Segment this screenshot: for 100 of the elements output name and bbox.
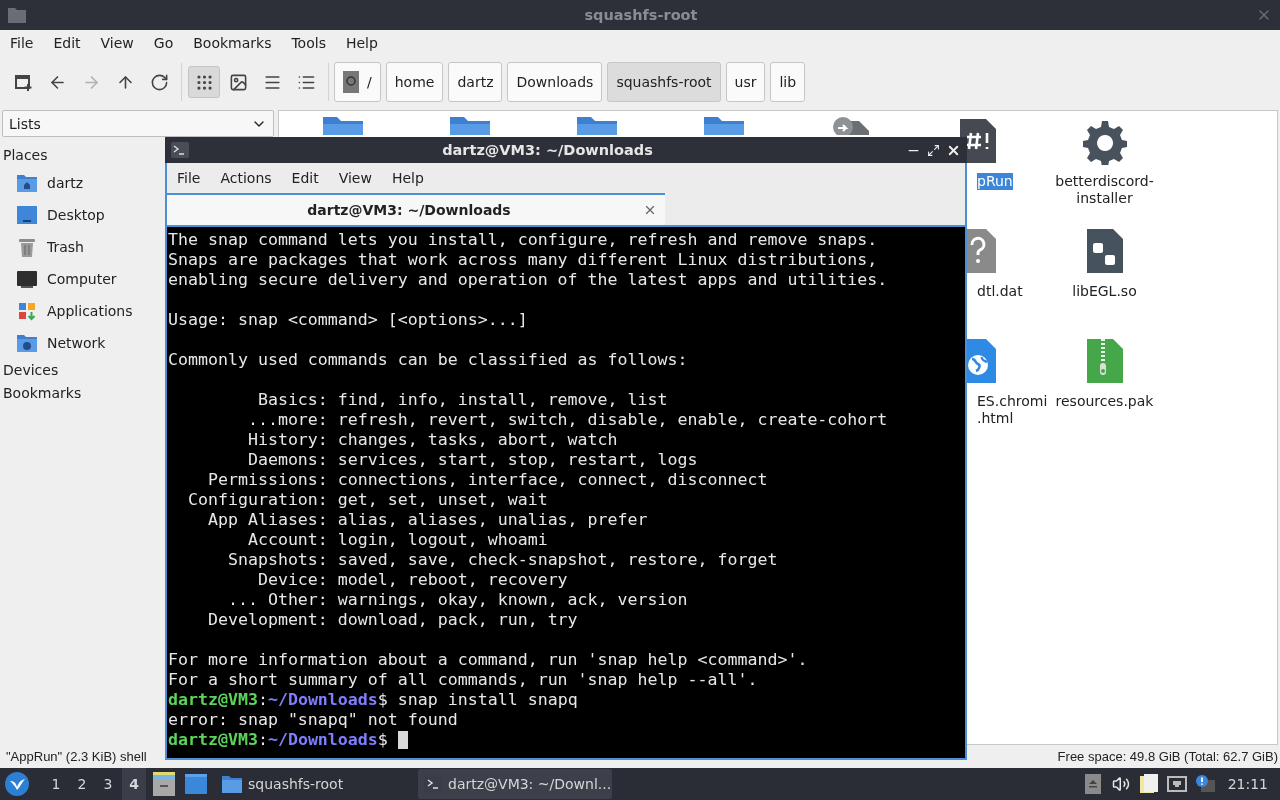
maximize-icon[interactable]	[927, 143, 940, 157]
path-button[interactable]: /	[334, 62, 381, 102]
terminal-line: Configuration: get, set, unset, wait	[186, 490, 548, 510]
file-cabinet-icon[interactable]	[152, 771, 176, 797]
folder-icon	[8, 7, 26, 23]
window-title: squashfs-root	[583, 7, 699, 23]
terminal-line: Device: model, reboot, recovery	[256, 570, 568, 590]
place-item[interactable]: Network	[47, 335, 106, 351]
volume-icon[interactable]	[1111, 775, 1130, 793]
applications-icon	[16, 300, 38, 322]
menu-item[interactable]: View	[328, 170, 382, 186]
folder-icon	[701, 117, 746, 135]
place-item[interactable]: Computer	[47, 271, 117, 287]
file-name[interactable]: ES.chromi .html	[977, 393, 1048, 427]
menu-item[interactable]: File	[0, 35, 44, 51]
task-button[interactable]: dartz@VM3: ~/Downl...	[418, 769, 612, 799]
clock: 21:11	[1227, 776, 1268, 792]
workspace-button[interactable]: 4	[122, 768, 146, 800]
image-view-icon	[228, 72, 248, 92]
place-item[interactable]: dartz	[47, 175, 84, 191]
menu-item[interactable]: View	[90, 35, 144, 51]
terminal-line: Snaps are packages that work across many different Linux distributions,	[168, 250, 878, 270]
terminal-tab[interactable]: dartz@VM3: ~/Downloads	[167, 193, 665, 225]
network-folder-icon	[16, 332, 38, 354]
path-button[interactable]: usr	[725, 62, 766, 102]
file-name[interactable]: resources.pak	[1055, 393, 1154, 410]
terminal-line: Basics: find, info, install, remove, list	[256, 390, 668, 410]
terminal-line: For more information about a command, run 'snap help <command>'.	[168, 650, 808, 670]
path-button[interactable]: lib	[770, 62, 806, 102]
terminal-title: dartz@VM3: ~/Downloads	[441, 142, 654, 158]
terminal-line: The snap command lets you install, configure, refresh and remove snaps.	[168, 230, 878, 250]
grid-view-icon	[194, 72, 214, 92]
terminal-line: ...more: refresh, revert, switch, disable, enable, create-cohort	[246, 410, 888, 430]
terminal-line: For a short summary of all commands, run 'snap help --all'.	[168, 670, 758, 690]
home-folder-icon	[16, 172, 38, 194]
terminal-line: App Aliases: alias, aliases, unalias, prefer	[206, 510, 648, 530]
file-name[interactable]: betterdiscord-installer	[1042, 173, 1167, 207]
path-button[interactable]: Downloads	[507, 62, 603, 102]
terminal-screen[interactable]	[167, 227, 965, 758]
menu-item[interactable]: Bookmarks	[183, 35, 282, 51]
close-tab-icon[interactable]	[643, 203, 657, 217]
prompt-user: dartz@VM3	[168, 730, 258, 750]
side-pane-dropdown[interactable]: Lists	[2, 110, 274, 137]
new-window-icon	[13, 72, 33, 92]
monitor-icon	[16, 268, 38, 290]
menu-item[interactable]: Go	[143, 35, 184, 51]
place-item[interactable]: Desktop	[47, 207, 105, 223]
terminal-line: Daemons: services, start, stop, restart, logs	[246, 450, 698, 470]
drive-icon	[343, 71, 359, 93]
terminal-line: error: snap "snapq" not found	[168, 710, 458, 730]
place-item[interactable]: Trash	[47, 239, 84, 255]
trash-icon	[16, 236, 38, 258]
eject-icon[interactable]	[1084, 774, 1101, 794]
status-text: "AppRun" (2.3 KiB) shell	[6, 749, 147, 764]
terminal-icon	[171, 142, 189, 158]
menu-item[interactable]: File	[167, 170, 211, 186]
place-item[interactable]: Applications	[47, 303, 133, 319]
workspace-button[interactable]: 3	[96, 768, 120, 800]
folder-icon	[574, 117, 619, 135]
terminal-line: Snapshots: saved, save, check-snapshot, restore, forget	[226, 550, 778, 570]
file-name[interactable]: libEGL.so	[1072, 283, 1137, 300]
terminal-line: Permissions: connections, interface, connect, disconnect	[206, 470, 768, 490]
file-name[interactable]: pRun	[977, 173, 1013, 190]
desktop-icon	[16, 204, 38, 226]
workspace-button[interactable]: 2	[70, 768, 94, 800]
prompt-separator: :	[257, 690, 268, 710]
folder-icon	[320, 117, 365, 135]
path-button[interactable]: squashfs-root	[607, 62, 721, 102]
prompt-path: ~/Downloads	[267, 690, 378, 710]
terminal-line: Development: download, pack, run, try	[206, 610, 578, 630]
path-button[interactable]: dartz	[448, 62, 503, 102]
menu-item[interactable]: Tools	[281, 35, 336, 51]
start-menu-icon[interactable]	[4, 771, 30, 797]
path-button[interactable]: home	[385, 62, 444, 102]
terminal-line: Commonly used commands can be classified as follows:	[168, 350, 688, 370]
menu-item[interactable]: Help	[381, 170, 434, 186]
clipboard-icon[interactable]	[1138, 773, 1159, 795]
notification-icon[interactable]	[1194, 775, 1215, 793]
network-icon[interactable]	[1166, 776, 1187, 792]
folder-icon	[222, 775, 242, 793]
menu-item[interactable]: Actions	[210, 170, 282, 186]
workspace-button[interactable]: 1	[44, 768, 68, 800]
reload-icon	[149, 72, 169, 92]
free-space-text: Free space: 49.8 GiB (Total: 62.7 GiB)	[1057, 749, 1278, 764]
tab-title: dartz@VM3: ~/Downloads	[306, 202, 512, 218]
prompt-separator: :	[257, 730, 268, 750]
text-cursor	[397, 731, 408, 749]
menu-item[interactable]: Edit	[43, 35, 91, 51]
view-button[interactable]	[188, 66, 220, 98]
task-button[interactable]: squashfs-root	[216, 769, 410, 799]
menu-item[interactable]: Help	[335, 35, 388, 51]
terminal-command: $ snap install snapq	[377, 690, 578, 710]
folder-icon	[447, 117, 492, 135]
terminal-line: History: changes, tasks, abort, watch	[246, 430, 618, 450]
section-heading[interactable]: Devices	[3, 359, 59, 382]
section-heading[interactable]: Bookmarks	[3, 382, 82, 405]
window-icon[interactable]	[184, 773, 208, 795]
file-name[interactable]: dtl.dat	[977, 283, 1023, 300]
terminal-line: ... Other: warnings, okay, known, ack, version	[226, 590, 688, 610]
menu-item[interactable]: Edit	[281, 170, 329, 186]
